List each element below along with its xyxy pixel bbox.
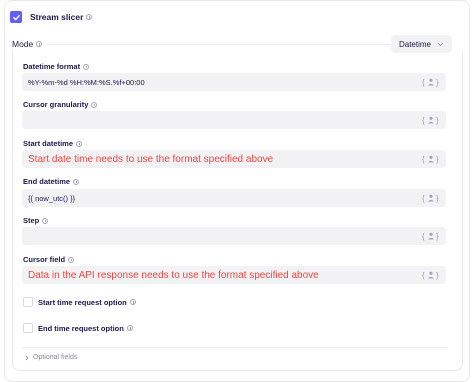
info-icon	[129, 299, 136, 305]
datetime-format-input[interactable]: %Y-%m-%d %H:%M:%S.%f+00:00 {}	[22, 73, 446, 91]
optional-fields-label: Optional fields	[33, 354, 78, 361]
cursor-field-input[interactable]: Data in the API response needs to use th…	[22, 266, 446, 284]
svg-text:}: }	[436, 155, 439, 164]
end-time-request-option-label: End time request option	[38, 323, 124, 333]
user-reference-icon[interactable]: {}	[422, 231, 440, 241]
info-icon	[73, 178, 80, 185]
start-datetime-label-row: Start datetime	[23, 139, 83, 148]
end-datetime-label: End datetime	[23, 177, 71, 186]
stream-slicer-row[interactable]: Stream slicer	[10, 11, 93, 23]
chevron-down-icon	[437, 42, 444, 46]
svg-text:}: }	[436, 232, 439, 241]
svg-text:}: }	[436, 78, 439, 87]
end-datetime-value: {{ now_utc() }}	[28, 193, 76, 203]
cursor-field-value: Data in the API response needs to use th…	[28, 269, 319, 281]
user-reference-icon[interactable]: {}	[422, 115, 440, 125]
svg-text:{: {	[422, 155, 425, 164]
svg-text:{: {	[422, 78, 425, 87]
step-input[interactable]: {}	[22, 227, 446, 245]
svg-text:{: {	[422, 232, 425, 241]
start-time-request-option-row[interactable]: Start time request option	[23, 297, 136, 307]
user-reference-icon[interactable]: {}	[422, 77, 440, 87]
info-icon	[126, 325, 133, 331]
mode-divider	[46, 44, 406, 45]
info-icon	[68, 256, 75, 263]
step-label-row: Step	[23, 216, 49, 225]
chevron-right-icon	[25, 355, 29, 360]
user-reference-icon[interactable]: {}	[422, 270, 440, 280]
svg-text:{: {	[422, 194, 425, 203]
start-datetime-input[interactable]: Start date time needs to use the format …	[22, 150, 446, 168]
info-icon	[91, 101, 98, 108]
svg-text:{: {	[422, 116, 425, 125]
stream-slicer-checkbox[interactable]	[10, 11, 22, 23]
svg-text:}: }	[436, 194, 439, 203]
cursor-field-label-row: Cursor field	[23, 255, 75, 264]
start-time-request-option-checkbox[interactable]	[23, 297, 33, 307]
end-time-request-option-row[interactable]: End time request option	[23, 323, 133, 333]
svg-text:{: {	[422, 271, 425, 280]
start-datetime-value: Start date time needs to use the format …	[28, 153, 274, 165]
mode-label-row: Mode	[12, 39, 43, 49]
end-datetime-input[interactable]: {{ now_utc() }} {}	[22, 189, 446, 207]
start-datetime-label: Start datetime	[23, 139, 74, 148]
mode-selected-value: Datetime	[398, 39, 431, 49]
start-time-request-option-label: Start time request option	[38, 297, 127, 307]
datetime-format-value: %Y-%m-%d %H:%M:%S.%f+00:00	[28, 77, 145, 87]
info-icon	[86, 14, 93, 20]
info-icon	[76, 140, 83, 147]
end-time-request-option-checkbox[interactable]	[23, 323, 33, 333]
datetime-format-label-row: Datetime format	[23, 62, 90, 71]
optional-fields-divider	[22, 347, 448, 348]
cursor-granularity-label: Cursor granularity	[23, 100, 89, 109]
svg-text:}: }	[436, 116, 439, 125]
end-datetime-label-row: End datetime	[23, 177, 80, 186]
user-reference-icon[interactable]: {}	[422, 154, 440, 164]
user-reference-icon[interactable]: {}	[422, 193, 440, 203]
check-icon	[12, 14, 20, 20]
step-label: Step	[23, 216, 40, 225]
cursor-granularity-input[interactable]: {}	[22, 111, 446, 129]
info-icon	[42, 217, 49, 224]
stream-slicer-label: Stream slicer	[30, 12, 84, 22]
cursor-granularity-label-row: Cursor granularity	[23, 100, 98, 109]
optional-fields-toggle[interactable]: Optional fields	[24, 354, 77, 361]
info-icon	[83, 63, 90, 70]
cursor-field-label: Cursor field	[23, 255, 66, 264]
mode-label: Mode	[12, 39, 34, 49]
svg-text:}: }	[436, 271, 439, 280]
datetime-format-label: Datetime format	[23, 62, 81, 71]
info-icon	[36, 41, 43, 47]
